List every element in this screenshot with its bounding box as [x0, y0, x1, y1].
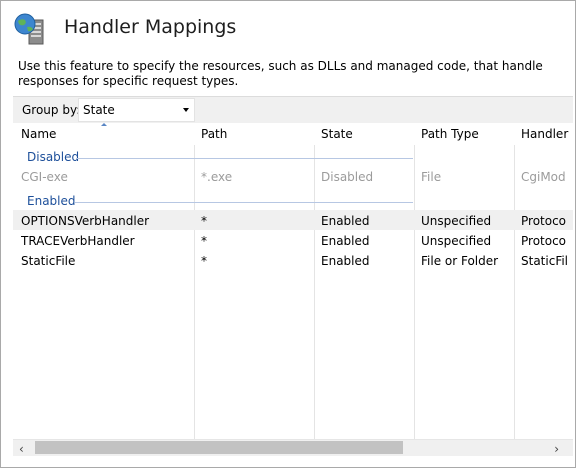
cell-handler: StaticFil: [521, 254, 569, 268]
column-header-path-type[interactable]: Path Type: [421, 127, 479, 141]
page-description: Use this feature to specify the resource…: [18, 59, 543, 88]
cell-handler: CgiMod: [521, 170, 566, 184]
table-row[interactable]: StaticFile * Enabled File or Folder Stat…: [13, 250, 573, 270]
column-header-state[interactable]: State: [321, 127, 353, 141]
dropdown-arrow-icon: [183, 108, 189, 112]
group-by-toolbar: Group by: State: [13, 96, 573, 124]
group-by-label: Group by:: [22, 103, 81, 117]
cell-path: *.exe: [201, 170, 233, 184]
group-header-disabled[interactable]: Disabled: [13, 147, 413, 165]
cell-name: TRACEVerbHandler: [21, 234, 135, 248]
group-header-enabled[interactable]: Enabled: [13, 191, 413, 209]
cell-handler: Protoco: [521, 234, 567, 248]
horizontal-scrollbar[interactable]: ‹ ›: [13, 439, 573, 456]
table-header: Name Path State Path Type Handler: [13, 123, 573, 145]
page-title: Handler Mappings: [64, 16, 237, 38]
cell-handler: Protoco: [521, 214, 567, 228]
group-by-value: State: [83, 103, 115, 117]
scroll-left-icon[interactable]: ‹: [19, 443, 24, 455]
cell-name: CGI-exe: [21, 170, 68, 184]
cell-path: *: [201, 254, 207, 268]
globe-server-icon: [14, 13, 44, 45]
cell-path-type: Unspecified: [421, 214, 492, 228]
column-header-name[interactable]: Name: [21, 127, 56, 141]
cell-path-type: File or Folder: [421, 254, 499, 268]
group-label: Enabled: [27, 194, 76, 208]
column-header-handler[interactable]: Handler: [521, 127, 568, 141]
group-divider: [76, 158, 413, 159]
cell-name: StaticFile: [21, 254, 76, 268]
scroll-right-icon[interactable]: ›: [554, 443, 559, 455]
cell-state: Disabled: [321, 170, 374, 184]
group-divider: [75, 202, 413, 203]
cell-state: Enabled: [321, 254, 370, 268]
group-label: Disabled: [27, 150, 80, 164]
cell-name: OPTIONSVerbHandler: [21, 214, 150, 228]
cell-path-type: Unspecified: [421, 234, 492, 248]
feature-page: Handler Mappings Use this feature to spe…: [0, 0, 576, 468]
cell-path: *: [201, 214, 207, 228]
handler-mappings-table: Name Path State Path Type Handler Disabl…: [13, 123, 573, 439]
column-header-path[interactable]: Path: [201, 127, 227, 141]
table-row[interactable]: TRACEVerbHandler * Enabled Unspecified P…: [13, 230, 573, 250]
cell-state: Enabled: [321, 234, 370, 248]
table-row[interactable]: OPTIONSVerbHandler * Enabled Unspecified…: [13, 210, 573, 230]
group-by-dropdown[interactable]: State: [78, 98, 195, 122]
cell-path: *: [201, 234, 207, 248]
sort-ascending-icon: [101, 123, 107, 126]
table-row[interactable]: CGI-exe *.exe Disabled File CgiMod: [13, 166, 573, 186]
cell-state: Enabled: [321, 214, 370, 228]
cell-path-type: File: [421, 170, 442, 184]
scrollbar-thumb[interactable]: [35, 441, 403, 454]
